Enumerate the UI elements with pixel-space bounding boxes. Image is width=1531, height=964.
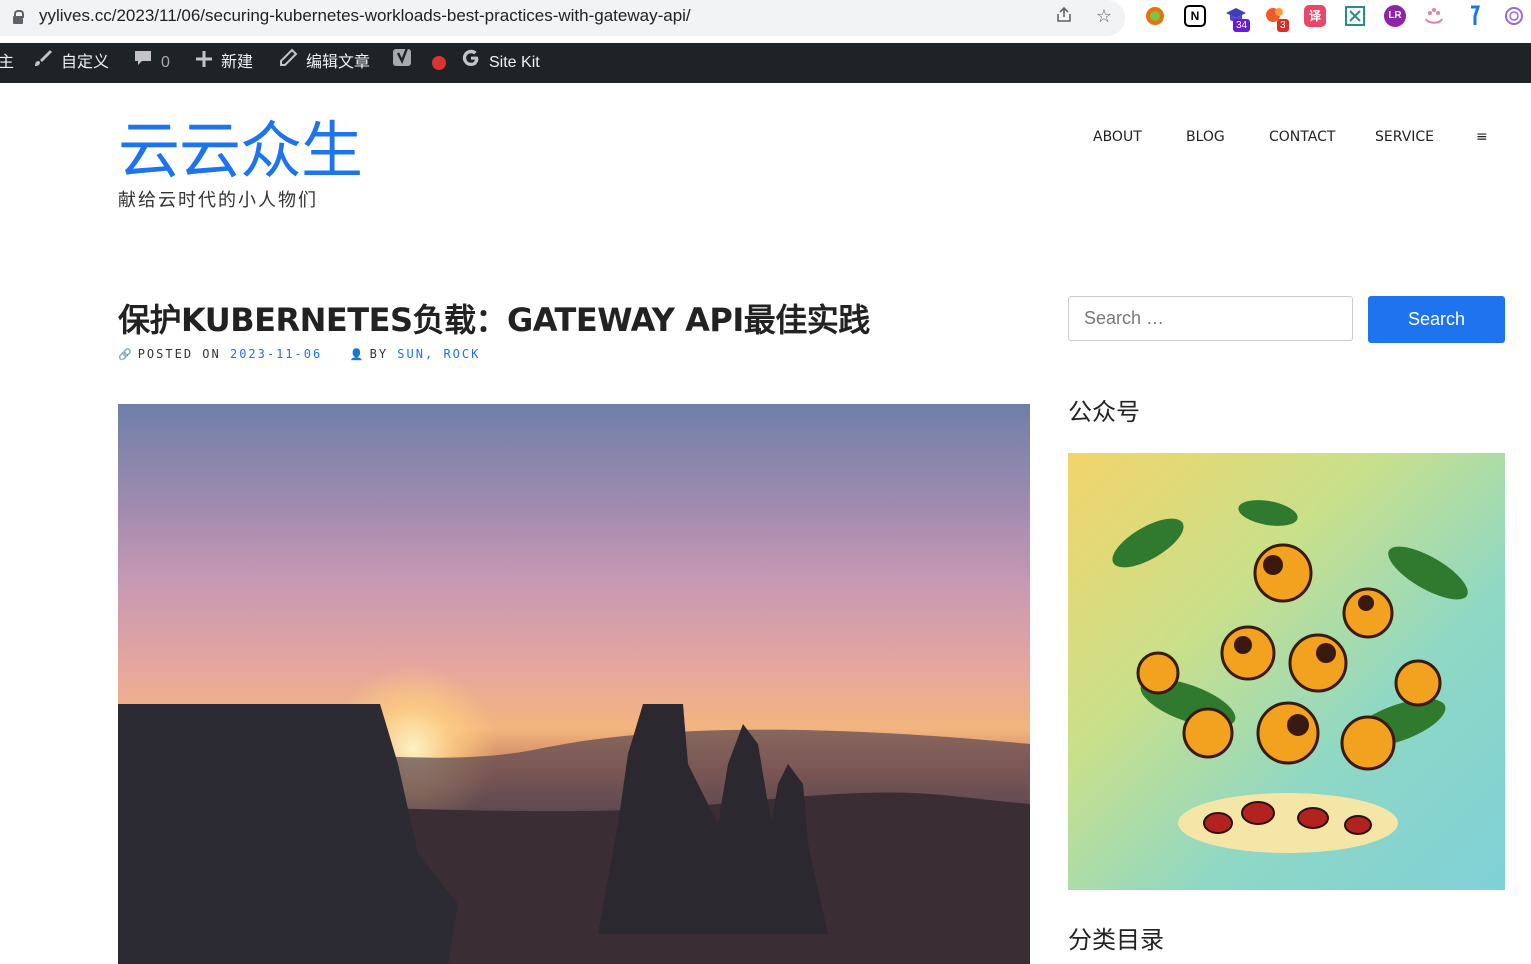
paw-ext-icon[interactable]: [1423, 5, 1445, 27]
author-link[interactable]: SUN: [397, 347, 425, 361]
grid-ext-icon[interactable]: [1344, 5, 1366, 27]
link-icon: 🔗: [118, 348, 134, 361]
search-input[interactable]: [1068, 296, 1353, 341]
post-date-link[interactable]: 2023-11-06: [230, 347, 322, 361]
translate-ext-icon[interactable]: 译: [1304, 5, 1326, 27]
google-g-icon: [461, 43, 481, 83]
search-button[interactable]: Search: [1368, 296, 1505, 343]
yoast-icon: [392, 43, 414, 83]
comment-icon: [133, 43, 153, 83]
customize-label: 自定义: [61, 54, 110, 72]
comments-count: 0: [161, 54, 170, 72]
edit-post-link[interactable]: 编辑文章: [278, 43, 370, 83]
site-tagline: 献给云时代的小人物们: [118, 190, 318, 211]
yoast-menu[interactable]: [392, 43, 447, 83]
landscape-silhouette: [118, 704, 1030, 964]
nav-item-contact[interactable]: CONTACT: [1269, 129, 1335, 145]
wechat-qr-image[interactable]: [1068, 453, 1505, 890]
by-label: BY: [369, 347, 389, 361]
browser-toolbar: yylives.cc/2023/11/06/securing-kubernete…: [0, 0, 1531, 43]
new-label: 新建: [221, 54, 254, 72]
comments-link[interactable]: 0: [133, 43, 170, 83]
nav-item-about[interactable]: ABOUT: [1093, 129, 1142, 145]
menu-more-icon[interactable]: ≡: [1476, 129, 1488, 145]
edit-post-label: 编辑文章: [306, 54, 371, 72]
extension-badge: 34: [1233, 19, 1251, 32]
seo-status-dot-icon: [432, 56, 447, 70]
posted-on-label: POSTED ON: [137, 347, 221, 361]
author-separator: ,: [424, 347, 435, 361]
ant-illustration: [1112, 500, 1468, 853]
user-icon: 👤: [349, 348, 366, 361]
lock-icon: [13, 10, 24, 24]
post-meta: 🔗 POSTED ON 2023-11-06 👤 BY SUN, ROCK: [118, 347, 480, 361]
brush-icon: [33, 43, 53, 83]
new-content-link[interactable]: 新建: [195, 43, 253, 83]
widget-title-wechat: 公众号: [1068, 398, 1140, 426]
pencil-icon: [278, 43, 298, 83]
wp-admin-bar: 主 自定义 0 新建 编辑文章 Site Kit: [0, 43, 1531, 83]
customize-link[interactable]: 自定义: [33, 43, 109, 83]
site-kit-label: Site Kit: [489, 54, 540, 72]
address-bar[interactable]: yylives.cc/2023/11/06/securing-kubernete…: [0, 0, 1125, 36]
notion-icon[interactable]: N: [1184, 5, 1206, 27]
featured-image[interactable]: [118, 404, 1030, 964]
lr-ext-icon[interactable]: LR: [1384, 5, 1406, 27]
site-kit-link[interactable]: Site Kit: [461, 43, 540, 83]
circle-ext-icon[interactable]: [1144, 5, 1166, 27]
site-title[interactable]: 云云众生: [118, 112, 363, 190]
share-icon[interactable]: [1052, 5, 1076, 29]
site-name-link[interactable]: 主: [0, 43, 14, 83]
star-icon[interactable]: ☆: [1092, 5, 1116, 29]
plus-icon: [195, 43, 213, 83]
url-text[interactable]: yylives.cc/2023/11/06/securing-kubernete…: [39, 6, 691, 26]
nav-item-service[interactable]: SERVICE: [1375, 129, 1434, 145]
extension-badge: 3: [1277, 19, 1289, 32]
nav-item-blog[interactable]: BLOG: [1186, 129, 1225, 145]
pin-ext-icon[interactable]: [1463, 5, 1485, 27]
author-link[interactable]: ROCK: [443, 347, 480, 361]
openai-ext-icon[interactable]: [1503, 5, 1525, 27]
post-title: 保护KUBERNETES负载：GATEWAY API最佳实践: [118, 301, 870, 339]
widget-title-categories: 分类目录: [1068, 926, 1164, 954]
